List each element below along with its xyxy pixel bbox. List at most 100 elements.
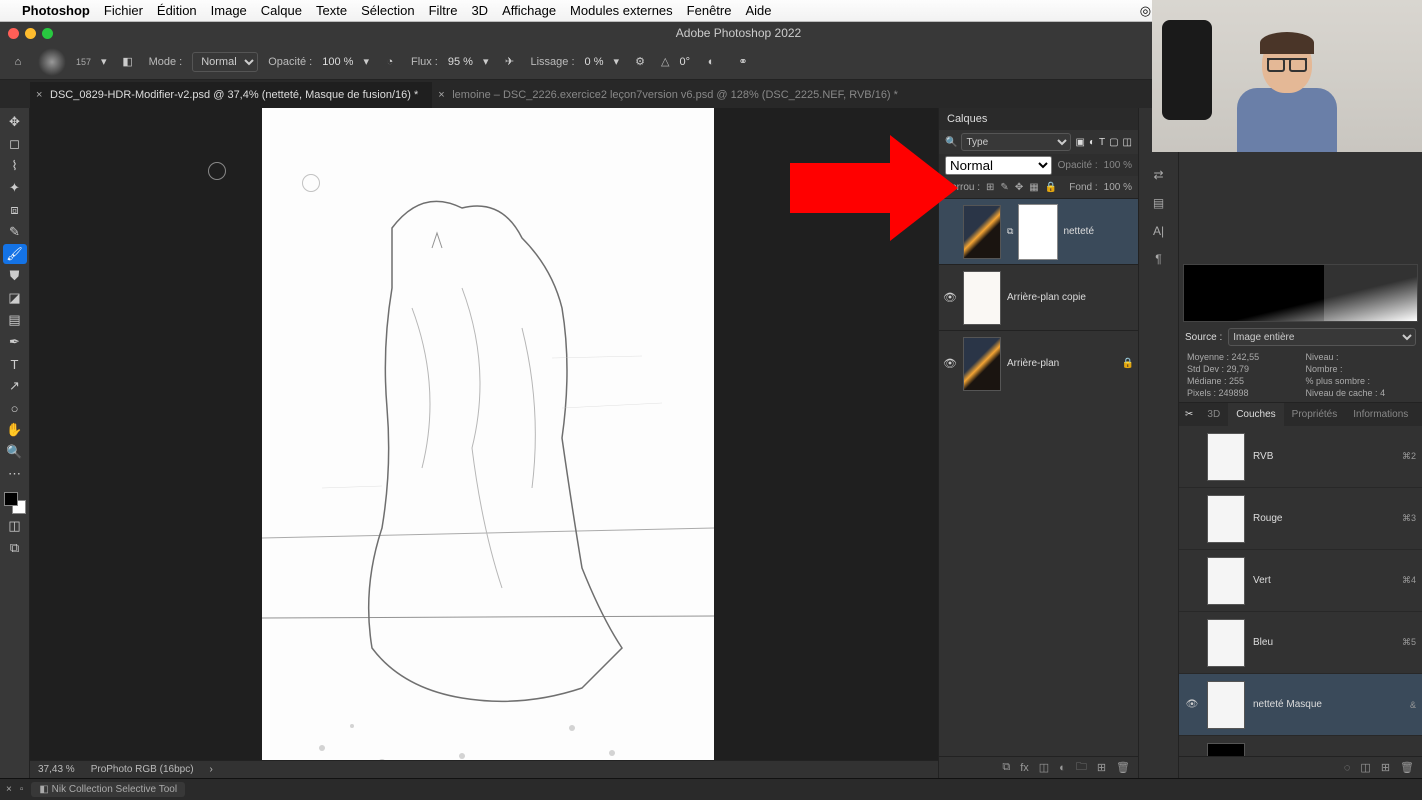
lock-all-icon[interactable]: 🔒 (1045, 182, 1057, 193)
layer-mask-thumbnail[interactable] (1019, 205, 1057, 259)
chevron-down-icon[interactable]: ▾ (363, 55, 369, 68)
move-tool[interactable]: ✥ (3, 112, 27, 132)
channel-thumbnail[interactable] (1207, 743, 1245, 757)
chevron-down-icon[interactable]: ▾ (613, 55, 619, 68)
channel-row[interactable]: ciel ⌘6 (1179, 736, 1422, 756)
menu-filter[interactable]: Filtre (429, 3, 458, 18)
path-tool[interactable]: ↗ (3, 376, 27, 396)
channel-thumbnail[interactable] (1207, 681, 1245, 729)
quickmask-icon[interactable]: ◫ (3, 516, 27, 536)
link-layers-icon[interactable]: ⧉ (1002, 761, 1010, 774)
close-icon[interactable]: × (438, 89, 444, 101)
chevron-down-icon[interactable]: ▾ (483, 55, 489, 68)
layer-thumbnail[interactable] (963, 205, 1001, 259)
lock-pixels-icon[interactable]: ⊞ (986, 182, 994, 193)
fx-icon[interactable]: fx (1020, 762, 1029, 774)
filter-image-icon[interactable]: ▣ (1075, 137, 1084, 148)
expand-icon[interactable]: ▫ (20, 784, 24, 795)
new-channel-icon[interactable]: ⊞ (1381, 761, 1390, 774)
layer-filter-select[interactable]: Type (961, 133, 1071, 151)
shape-tool[interactable]: ○ (3, 398, 27, 418)
menu-layer[interactable]: Calque (261, 3, 302, 18)
load-selection-icon[interactable]: ◌ (1344, 762, 1351, 774)
color-swatches[interactable] (4, 492, 26, 514)
pressure-opacity-icon[interactable]: ◔ (379, 51, 401, 73)
canvas-area[interactable] (30, 108, 938, 778)
layer-name[interactable]: Arrière-plan (1007, 358, 1116, 369)
histogram[interactable] (1183, 264, 1418, 322)
filter-shape-icon[interactable]: ▢ (1109, 137, 1118, 148)
menu-file[interactable]: Fichier (104, 3, 143, 18)
marquee-tool[interactable]: ◻ (3, 134, 27, 154)
layer-row[interactable]: 👁 Arrière-plan copie (939, 264, 1138, 330)
menu-plugins[interactable]: Modules externes (570, 3, 673, 18)
brush-tool[interactable]: 🖌 (3, 244, 27, 264)
document-canvas[interactable] (262, 108, 714, 778)
close-icon[interactable]: × (6, 784, 12, 795)
link-icon[interactable]: ⧉ (1007, 226, 1013, 237)
tab-info[interactable]: Informations (1345, 403, 1416, 426)
minimize-button[interactable] (25, 28, 36, 39)
char-icon[interactable]: A| (1153, 224, 1164, 238)
opacity-value[interactable]: 100 % (1104, 160, 1132, 171)
pressure-size-icon[interactable]: ◐ (700, 51, 722, 73)
channel-row[interactable]: Vert ⌘4 (1179, 550, 1422, 612)
close-icon[interactable]: × (36, 89, 42, 101)
stamp-tool[interactable]: ⛊ (3, 266, 27, 286)
crop-tool[interactable]: ⧈ (3, 200, 27, 220)
document-tab[interactable]: × DSC_0829-HDR-Modifier-v2.psd @ 37,4% (… (30, 82, 432, 108)
para-icon[interactable]: ¶ (1155, 252, 1161, 266)
lasso-tool[interactable]: ⌇ (3, 156, 27, 176)
angle-value[interactable]: 0° (679, 56, 690, 68)
layer-row[interactable]: 👁 Arrière-plan 🔒 (939, 330, 1138, 396)
trash-icon[interactable]: 🗑 (1400, 761, 1414, 774)
scissors-icon[interactable]: ✂ (1179, 403, 1199, 426)
channel-thumbnail[interactable] (1207, 495, 1245, 543)
text-tool[interactable]: T (3, 354, 27, 374)
zoom-tool[interactable]: 🔍 (3, 442, 27, 462)
lock-artboard-icon[interactable]: ▦ (1029, 182, 1038, 193)
screenmode-icon[interactable]: ⧉ (3, 538, 27, 558)
save-selection-icon[interactable]: ◫ (1360, 761, 1370, 774)
window-controls[interactable] (8, 28, 53, 39)
menu-edit[interactable]: Édition (157, 3, 197, 18)
tab-3d[interactable]: 3D (1199, 403, 1228, 426)
panel-tab-layers[interactable]: Calques (939, 108, 1138, 130)
wand-tool[interactable]: ✦ (3, 178, 27, 198)
layer-name[interactable]: netteté (1063, 226, 1134, 237)
filter-adjust-icon[interactable]: ◐ (1089, 137, 1095, 148)
menu-view[interactable]: Affichage (502, 3, 556, 18)
channel-row[interactable]: Bleu ⌘5 (1179, 612, 1422, 674)
layer-thumbnail[interactable] (963, 337, 1001, 391)
menu-text[interactable]: Texte (316, 3, 347, 18)
smooth-value[interactable]: 0 % (585, 56, 604, 68)
visibility-toggle[interactable]: 👁 (943, 291, 957, 304)
visibility-toggle[interactable]: 👁 (943, 357, 957, 370)
chevron-down-icon[interactable]: ▾ (101, 55, 107, 68)
brush-panel-icon[interactable]: ◧ (117, 51, 139, 73)
gradient-tool[interactable]: ▤ (3, 310, 27, 330)
search-icon[interactable]: 🔍 (945, 137, 957, 148)
eraser-tool[interactable]: ◪ (3, 288, 27, 308)
pen-tool[interactable]: ✒ (3, 332, 27, 352)
new-layer-icon[interactable]: ⊞ (1097, 761, 1106, 774)
color-profile[interactable]: ProPhoto RGB (16bpc) (91, 764, 194, 775)
channel-thumbnail[interactable] (1207, 557, 1245, 605)
symmetry-icon[interactable]: ⚭ (732, 51, 754, 73)
layer-thumbnail[interactable] (963, 271, 1001, 325)
filter-smart-icon[interactable]: ◫ (1123, 137, 1132, 148)
tray-icon[interactable]: ◎ (1140, 3, 1151, 19)
menu-image[interactable]: Image (211, 3, 247, 18)
gear-icon[interactable]: ⚙ (629, 51, 651, 73)
mask-icon[interactable]: ◫ (1039, 761, 1049, 774)
fill-value[interactable]: 100 % (1104, 182, 1132, 193)
lock-paint-icon[interactable]: ✎ (1000, 182, 1008, 193)
airbrush-icon[interactable]: ✈ (498, 51, 520, 73)
brush-preview[interactable] (38, 48, 66, 76)
adjustment-icon[interactable]: ◐ (1059, 762, 1066, 774)
layer-row[interactable]: ⧉ netteté (939, 198, 1138, 264)
adjust-icon[interactable]: ⇄ (1153, 168, 1163, 182)
home-icon[interactable]: ⌂ (8, 52, 28, 72)
tab-channels[interactable]: Couches (1228, 403, 1283, 426)
flow-value[interactable]: 95 % (448, 56, 473, 68)
